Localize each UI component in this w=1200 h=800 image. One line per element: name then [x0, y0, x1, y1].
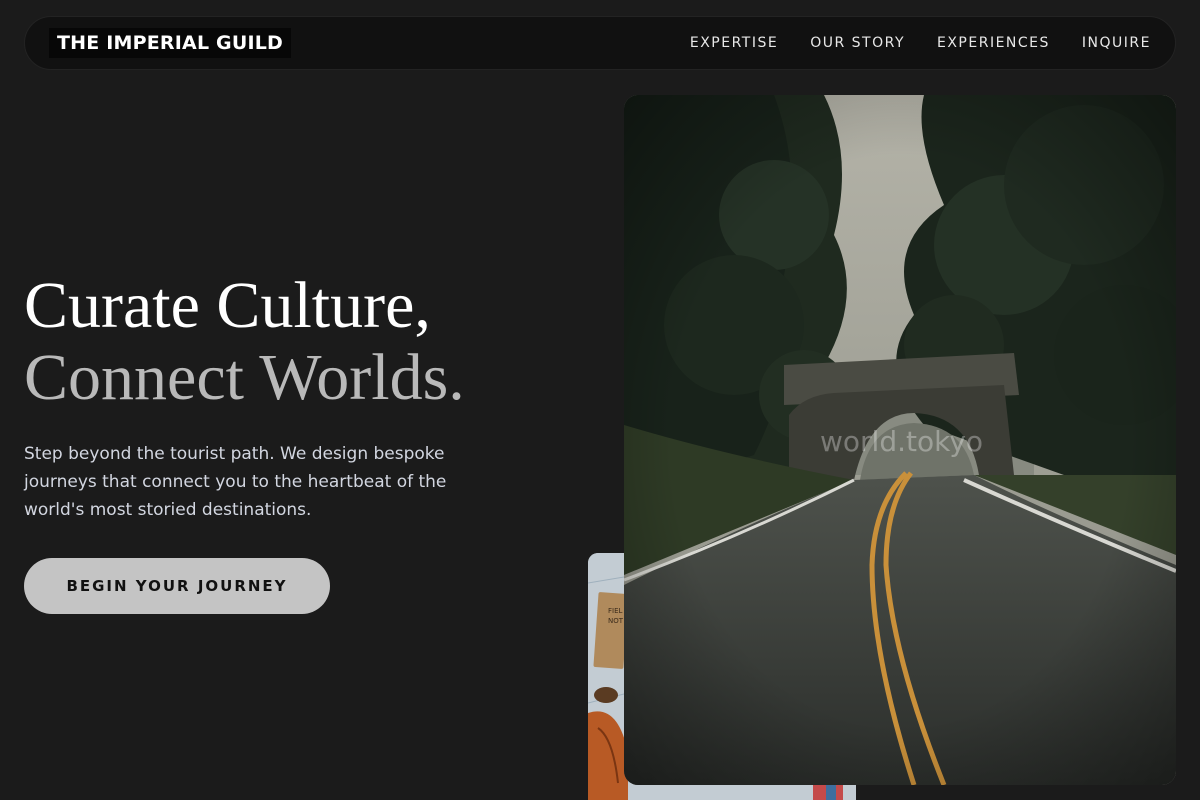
forest-road-image: world.tokyo	[624, 95, 1176, 785]
field-notes-text: FIEL	[608, 607, 623, 615]
nav-links: EXPERTISE OUR STORY EXPERIENCES INQUIRE	[690, 35, 1151, 51]
top-navigation: THE IMPERIAL GUILD EXPERTISE OUR STORY E…	[24, 16, 1176, 70]
headline-line-2: Connect Worlds.	[24, 341, 465, 414]
nav-link-inquire[interactable]: INQUIRE	[1082, 35, 1151, 51]
hero-subtitle: Step beyond the tourist path. We design …	[24, 444, 447, 520]
hero-section: Curate Culture, Connect Worlds. Step bey…	[24, 270, 584, 614]
svg-text:NOT: NOT	[608, 617, 624, 625]
nav-link-experiences[interactable]: EXPERIENCES	[937, 35, 1050, 51]
nav-link-our-story[interactable]: OUR STORY	[810, 35, 905, 51]
nav-link-expertise[interactable]: EXPERTISE	[690, 35, 778, 51]
image-watermark: world.tokyo	[820, 425, 984, 458]
begin-journey-button[interactable]: BEGIN YOUR JOURNEY	[24, 558, 330, 614]
landing-page: THE IMPERIAL GUILD EXPERTISE OUR STORY E…	[0, 0, 1200, 800]
headline-line-1: Curate Culture,	[24, 269, 431, 342]
brand-logo[interactable]: THE IMPERIAL GUILD	[49, 28, 292, 58]
hero-headline: Curate Culture, Connect Worlds.	[24, 270, 584, 414]
